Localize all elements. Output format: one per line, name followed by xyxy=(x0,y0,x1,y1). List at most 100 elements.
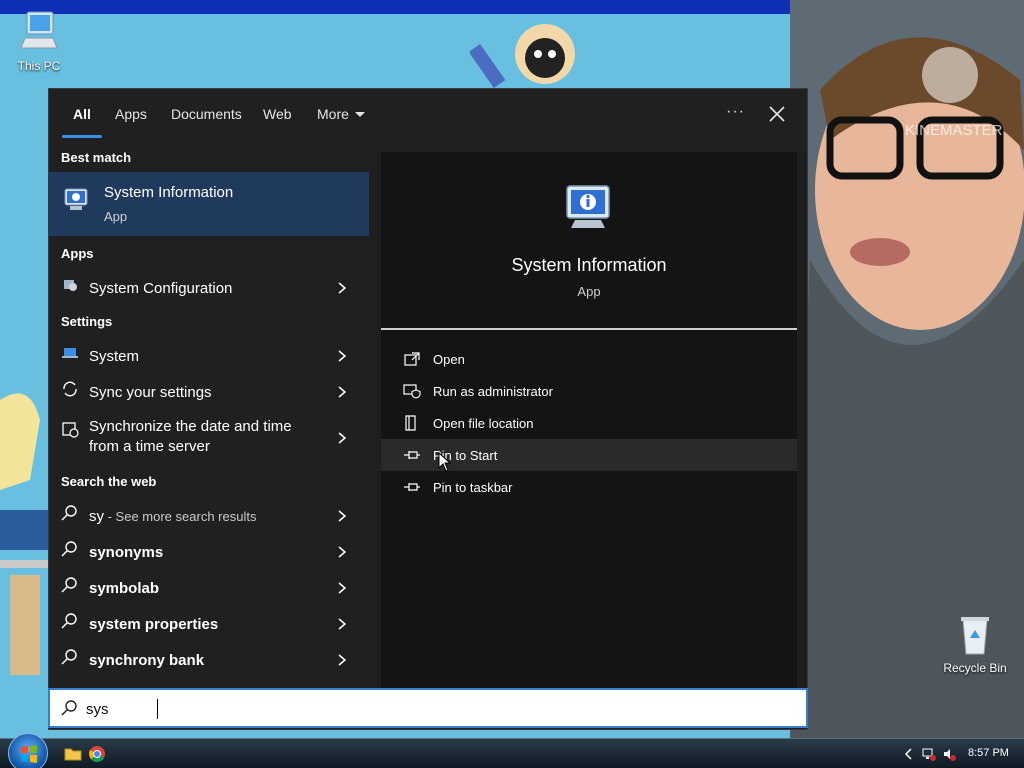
best-match-subtitle: App xyxy=(104,209,128,224)
pin-icon xyxy=(404,451,420,459)
chevron-right-icon xyxy=(338,350,347,362)
chevron-down-icon xyxy=(354,112,365,117)
web-result-system-properties[interactable]: system properties xyxy=(49,612,369,642)
tab-web[interactable]: Web xyxy=(263,106,292,122)
computer-icon xyxy=(20,11,58,49)
system-information-icon xyxy=(64,188,88,210)
search-icon xyxy=(61,505,77,521)
preview-title: System Information xyxy=(511,255,667,275)
action-label: Pin to taskbar xyxy=(433,480,513,495)
results-list: Best match System Information App Apps S… xyxy=(49,150,369,688)
search-panel: All Apps Documents Web More ··· Best mat… xyxy=(48,88,808,730)
shield-icon xyxy=(403,384,421,399)
chevron-right-icon xyxy=(338,432,347,444)
tab-more[interactable]: More xyxy=(317,106,365,122)
wallpaper-scenery xyxy=(0,393,48,675)
action-open-file-location[interactable]: Open file location xyxy=(381,407,797,439)
web-result-synchrony-bank[interactable]: synchrony bank xyxy=(49,648,369,678)
best-match-title: System Information xyxy=(104,184,234,201)
close-icon[interactable] xyxy=(766,103,788,125)
chevron-right-icon xyxy=(338,654,347,666)
best-match-heading: Best match xyxy=(61,150,132,165)
action-label: Open file location xyxy=(433,416,534,431)
active-tab-indicator xyxy=(62,135,102,138)
mouse-cursor-icon xyxy=(438,452,452,472)
taskbar: 8:57 PM xyxy=(0,733,1024,768)
web-query: sy xyxy=(89,508,104,525)
search-box[interactable] xyxy=(48,688,808,728)
calendar-clock-icon xyxy=(62,422,79,438)
result-label: System xyxy=(89,348,140,365)
chrome-icon[interactable] xyxy=(88,745,106,763)
result-label: Sync your settings xyxy=(89,384,212,401)
preview-subtitle: App xyxy=(577,284,601,299)
result-label: System Configuration xyxy=(89,280,233,297)
pin-icon xyxy=(404,483,420,491)
web-query-suffix: - See more search results xyxy=(104,509,257,524)
search-icon xyxy=(61,577,77,593)
result-label-line2: from a time server xyxy=(89,438,210,455)
file-explorer-icon[interactable] xyxy=(64,745,82,763)
search-input[interactable] xyxy=(86,697,786,721)
folder-icon xyxy=(405,415,416,431)
system-configuration-icon xyxy=(64,280,77,291)
settings-heading: Settings xyxy=(61,314,113,329)
preview-pane: System Information App Open Run as admin… xyxy=(381,152,797,688)
this-pc-label: This PC xyxy=(17,59,61,73)
more-options-button[interactable]: ··· xyxy=(726,103,745,121)
recycle-bin-label: Recycle Bin xyxy=(943,661,1007,675)
result-label-line1: Synchronize the date and time xyxy=(89,418,292,435)
recycle-bin-shortcut[interactable]: Recycle Bin xyxy=(940,614,1010,675)
chevron-right-icon xyxy=(338,282,347,294)
watermark-text: KINEMASTER xyxy=(905,122,1003,139)
result-system[interactable]: System xyxy=(49,344,369,374)
open-icon xyxy=(404,352,420,366)
text-caret xyxy=(157,699,158,719)
tab-apps[interactable]: Apps xyxy=(115,106,147,122)
search-icon xyxy=(61,649,77,665)
action-run-as-administrator[interactable]: Run as administrator xyxy=(381,375,797,407)
search-tabs: All Apps Documents Web More ··· xyxy=(49,89,807,152)
recycle-bin-icon xyxy=(961,617,989,655)
action-pin-to-taskbar[interactable]: Pin to taskbar xyxy=(381,471,797,503)
laptop-icon xyxy=(62,348,78,358)
volume-muted-icon[interactable] xyxy=(942,747,956,761)
web-query: symbolab xyxy=(89,580,160,597)
system-information-icon xyxy=(566,185,610,228)
web-query: synchrony bank xyxy=(89,652,205,669)
wallpaper-character xyxy=(470,24,575,89)
preview-divider xyxy=(381,328,797,330)
chevron-left-icon[interactable] xyxy=(902,747,916,761)
result-synchronize-time[interactable]: Synchronize the date and time from a tim… xyxy=(49,416,369,462)
tab-all[interactable]: All xyxy=(73,106,91,122)
chevron-right-icon xyxy=(338,386,347,398)
windows-logo-icon xyxy=(21,745,37,763)
chevron-right-icon xyxy=(338,510,347,522)
search-icon xyxy=(61,613,77,629)
search-web-heading: Search the web xyxy=(61,474,157,489)
web-result-symbolab[interactable]: symbolab xyxy=(49,576,369,606)
network-icon[interactable] xyxy=(922,747,936,761)
chevron-right-icon xyxy=(338,618,347,630)
tab-more-label: More xyxy=(317,106,349,122)
chevron-right-icon xyxy=(338,546,347,558)
search-icon xyxy=(61,541,77,557)
action-open[interactable]: Open xyxy=(381,343,797,375)
search-icon xyxy=(61,700,77,716)
tab-documents[interactable]: Documents xyxy=(171,106,242,122)
web-query: system properties xyxy=(89,616,219,633)
best-match-item[interactable]: System Information App xyxy=(49,172,369,236)
result-sync-settings[interactable]: Sync your settings xyxy=(49,380,369,410)
this-pc-shortcut[interactable]: This PC xyxy=(4,10,74,73)
web-result-synonyms[interactable]: synonyms xyxy=(49,540,369,570)
action-label: Run as administrator xyxy=(433,384,553,399)
web-result-sy[interactable]: sy - See more search results xyxy=(49,504,369,534)
web-query: synonyms xyxy=(89,544,164,561)
action-label: Open xyxy=(433,352,465,367)
sync-icon xyxy=(63,381,77,397)
clock[interactable]: 8:57 PM xyxy=(968,747,1009,759)
start-button[interactable] xyxy=(8,733,48,768)
chevron-right-icon xyxy=(338,582,347,594)
apps-heading: Apps xyxy=(61,246,94,261)
result-system-configuration[interactable]: System Configuration xyxy=(49,276,369,306)
